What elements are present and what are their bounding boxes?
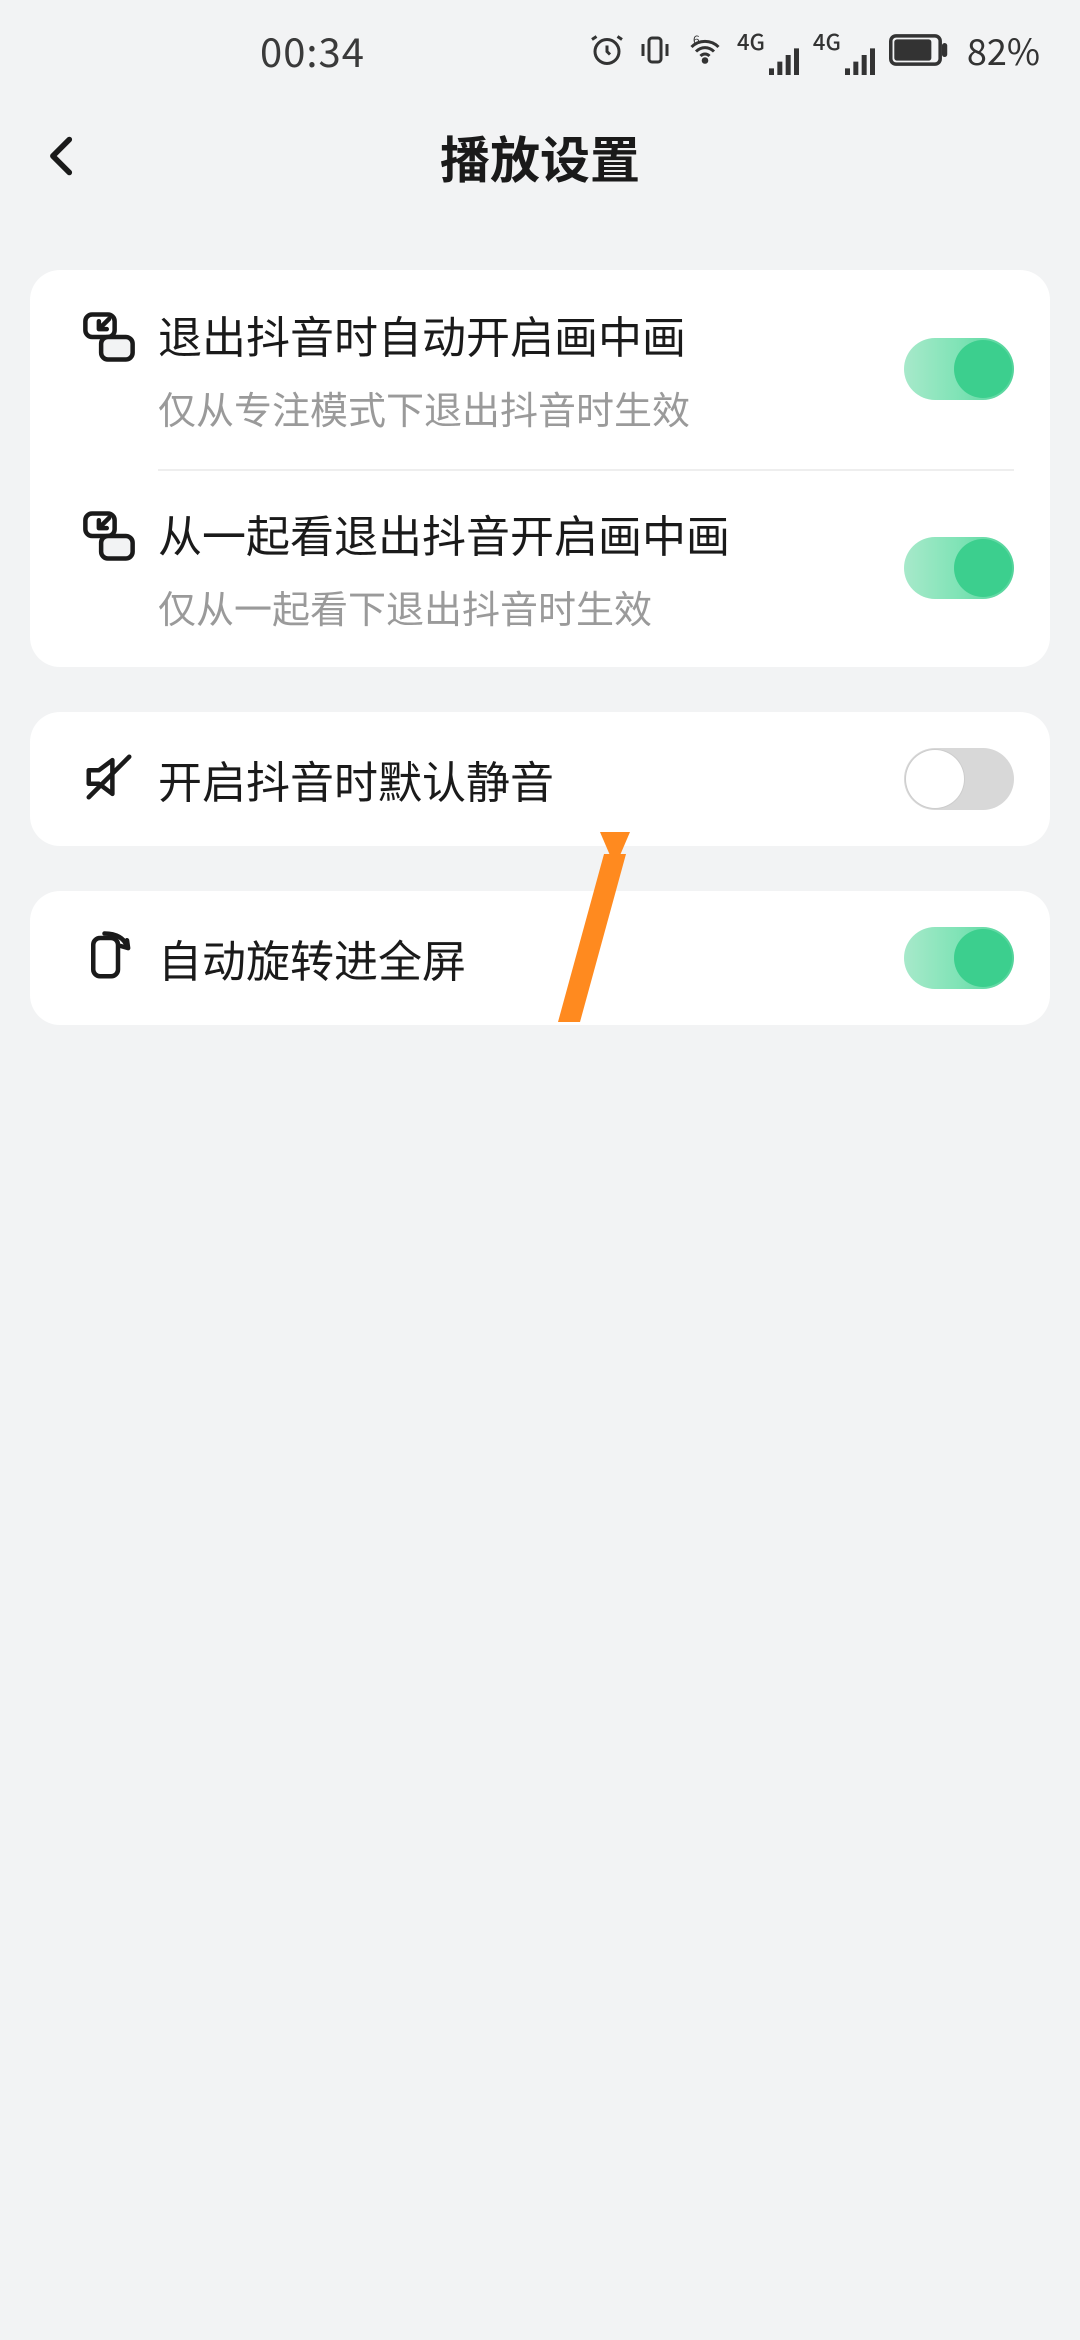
page-title: 播放设置 (0, 121, 1080, 193)
setting-label: 退出抖音时自动开启画中画 (158, 306, 884, 363)
wifi-icon: 6 (685, 32, 725, 68)
setting-label: 从一起看退出抖音开启画中画 (158, 505, 884, 562)
status-time: 00:34 (260, 21, 365, 79)
setting-label: 自动旋转进全屏 (158, 930, 884, 987)
setting-sub: 仅从专注模式下退出抖音时生效 (158, 383, 884, 432)
toggle-default-mute[interactable] (904, 748, 1014, 810)
chevron-left-icon (40, 126, 84, 189)
back-button[interactable] (22, 117, 102, 197)
setting-row-watch-together-pip[interactable]: 从一起看退出抖音开启画中画 仅从一起看下退出抖音时生效 (30, 469, 1050, 668)
setting-row-exit-pip[interactable]: 退出抖音时自动开启画中画 仅从专注模式下退出抖音时生效 (30, 270, 1050, 469)
battery-icon (889, 34, 949, 66)
pip-icon (82, 310, 136, 369)
toggle-auto-rotate-fullscreen[interactable] (904, 927, 1014, 989)
alarm-icon (589, 32, 625, 68)
battery-percent: 82% (967, 24, 1040, 76)
status-right-cluster: 6 4G 4G 82% (589, 24, 1040, 76)
settings-card-mute: 开启抖音时默认静音 (30, 712, 1050, 846)
settings-card-pip: 退出抖音时自动开启画中画 仅从专注模式下退出抖音时生效 从一起看退出抖音开启画中… (30, 270, 1050, 667)
toggle-watch-together-pip[interactable] (904, 537, 1014, 599)
setting-row-auto-rotate-fullscreen[interactable]: 自动旋转进全屏 (30, 891, 1050, 1025)
signal-4g-1-icon: 4G (737, 25, 801, 75)
settings-card-rotate: 自动旋转进全屏 (30, 891, 1050, 1025)
signal-4g-2-icon: 4G (813, 25, 877, 75)
toggle-exit-pip[interactable] (904, 338, 1014, 400)
status-bar: 00:34 6 4G 4G (0, 0, 1080, 100)
setting-row-default-mute[interactable]: 开启抖音时默认静音 (30, 712, 1050, 846)
header: 播放设置 (0, 92, 1080, 222)
setting-sub: 仅从一起看下退出抖音时生效 (158, 582, 884, 631)
rotate-icon (82, 929, 136, 988)
mute-icon (82, 750, 136, 809)
vibrate-icon (637, 32, 673, 68)
pip-icon (82, 509, 136, 568)
setting-label: 开启抖音时默认静音 (158, 751, 884, 808)
content: 退出抖音时自动开启画中画 仅从专注模式下退出抖音时生效 从一起看退出抖音开启画中… (30, 270, 1050, 1070)
